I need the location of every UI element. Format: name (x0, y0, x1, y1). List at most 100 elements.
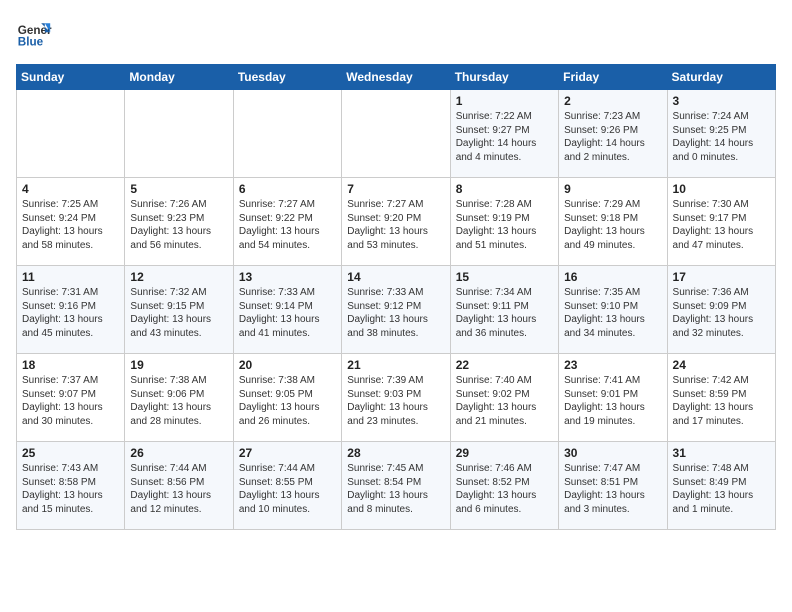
day-info: Sunrise: 7:27 AM Sunset: 9:20 PM Dayligh… (347, 198, 444, 252)
day-number: 6 (239, 182, 336, 196)
day-number: 29 (456, 446, 553, 460)
calendar-cell: 19 Sunrise: 7:38 AM Sunset: 9:06 PM Dayli… (125, 354, 233, 442)
logo-icon: General Blue (16, 16, 52, 52)
day-info: Sunrise: 7:41 AM Sunset: 9:01 PM Dayligh… (564, 374, 661, 428)
day-info: Sunrise: 7:33 AM Sunset: 9:12 PM Dayligh… (347, 286, 444, 340)
day-number: 30 (564, 446, 661, 460)
calendar-cell: 9 Sunrise: 7:29 AM Sunset: 9:18 PM Daylig… (559, 178, 667, 266)
calendar-cell (342, 90, 450, 178)
day-number: 22 (456, 358, 553, 372)
calendar-table: SundayMondayTuesdayWednesdayThursdayFrid… (16, 64, 776, 530)
day-info: Sunrise: 7:38 AM Sunset: 9:06 PM Dayligh… (130, 374, 227, 428)
day-number: 21 (347, 358, 444, 372)
day-number: 24 (673, 358, 770, 372)
day-info: Sunrise: 7:33 AM Sunset: 9:14 PM Dayligh… (239, 286, 336, 340)
day-number: 27 (239, 446, 336, 460)
day-info: Sunrise: 7:46 AM Sunset: 8:52 PM Dayligh… (456, 462, 553, 516)
calendar-cell: 12 Sunrise: 7:32 AM Sunset: 9:15 PM Dayli… (125, 266, 233, 354)
day-info: Sunrise: 7:43 AM Sunset: 8:58 PM Dayligh… (22, 462, 119, 516)
calendar-body: 1 Sunrise: 7:22 AM Sunset: 9:27 PM Daylig… (17, 90, 776, 530)
calendar-cell: 2 Sunrise: 7:23 AM Sunset: 9:26 PM Daylig… (559, 90, 667, 178)
day-number: 31 (673, 446, 770, 460)
calendar-cell: 22 Sunrise: 7:40 AM Sunset: 9:02 PM Dayli… (450, 354, 558, 442)
calendar-cell: 15Sunrise: 7:34 AM Sunset: 9:11 PM Dayli… (450, 266, 558, 354)
day-info: Sunrise: 7:47 AM Sunset: 8:51 PM Dayligh… (564, 462, 661, 516)
day-info: Sunrise: 7:29 AM Sunset: 9:18 PM Dayligh… (564, 198, 661, 252)
calendar-cell: 6 Sunrise: 7:27 AM Sunset: 9:22 PM Daylig… (233, 178, 341, 266)
day-number: 12 (130, 270, 227, 284)
weekday-header: Sunday (17, 65, 125, 90)
day-info: Sunrise: 7:36 AM Sunset: 9:09 PM Dayligh… (673, 286, 770, 340)
day-info: Sunrise: 7:48 AM Sunset: 8:49 PM Dayligh… (673, 462, 770, 516)
day-number: 9 (564, 182, 661, 196)
svg-text:Blue: Blue (18, 36, 44, 49)
calendar-cell: 10 Sunrise: 7:30 AM Sunset: 9:17 PM Dayli… (667, 178, 775, 266)
day-number: 5 (130, 182, 227, 196)
day-info: Sunrise: 7:31 AM Sunset: 9:16 PM Dayligh… (22, 286, 119, 340)
day-number: 18 (22, 358, 119, 372)
weekday-header: Monday (125, 65, 233, 90)
day-info: Sunrise: 7:26 AM Sunset: 9:23 PM Dayligh… (130, 198, 227, 252)
day-info: Sunrise: 7:22 AM Sunset: 9:27 PM Dayligh… (456, 110, 553, 164)
weekday-header: Wednesday (342, 65, 450, 90)
page-header: General Blue (16, 16, 776, 52)
day-info: Sunrise: 7:35 AM Sunset: 9:10 PM Dayligh… (564, 286, 661, 340)
day-number: 1 (456, 94, 553, 108)
day-info: Sunrise: 7:37 AM Sunset: 9:07 PM Dayligh… (22, 374, 119, 428)
day-number: 7 (347, 182, 444, 196)
calendar-cell: 31 Sunrise: 7:48 AM Sunset: 8:49 PM Dayli… (667, 442, 775, 530)
day-number: 15 (456, 270, 553, 284)
weekday-header: Friday (559, 65, 667, 90)
calendar-cell: 18 Sunrise: 7:37 AM Sunset: 9:07 PM Dayli… (17, 354, 125, 442)
day-number: 20 (239, 358, 336, 372)
calendar-cell: 3 Sunrise: 7:24 AM Sunset: 9:25 PM Daylig… (667, 90, 775, 178)
calendar-cell: 20Sunrise: 7:38 AM Sunset: 9:05 PM Dayli… (233, 354, 341, 442)
calendar-cell (125, 90, 233, 178)
day-info: Sunrise: 7:39 AM Sunset: 9:03 PM Dayligh… (347, 374, 444, 428)
calendar-cell: 21 Sunrise: 7:39 AM Sunset: 9:03 PM Dayli… (342, 354, 450, 442)
day-info: Sunrise: 7:45 AM Sunset: 8:54 PM Dayligh… (347, 462, 444, 516)
calendar-cell: 13 Sunrise: 7:33 AM Sunset: 9:14 PM Dayli… (233, 266, 341, 354)
calendar-cell: 8 Sunrise: 7:28 AM Sunset: 9:19 PM Daylig… (450, 178, 558, 266)
calendar-cell: 23Sunrise: 7:41 AM Sunset: 9:01 PM Dayli… (559, 354, 667, 442)
calendar-cell: 4Sunrise: 7:25 AM Sunset: 9:24 PM Daylig… (17, 178, 125, 266)
calendar-cell: 7 Sunrise: 7:27 AM Sunset: 9:20 PM Daylig… (342, 178, 450, 266)
day-info: Sunrise: 7:32 AM Sunset: 9:15 PM Dayligh… (130, 286, 227, 340)
day-number: 2 (564, 94, 661, 108)
day-number: 16 (564, 270, 661, 284)
day-info: Sunrise: 7:44 AM Sunset: 8:56 PM Dayligh… (130, 462, 227, 516)
calendar-cell: 28 Sunrise: 7:45 AM Sunset: 8:54 PM Dayli… (342, 442, 450, 530)
day-number: 19 (130, 358, 227, 372)
weekday-header: Tuesday (233, 65, 341, 90)
day-number: 13 (239, 270, 336, 284)
calendar-cell (233, 90, 341, 178)
day-number: 25 (22, 446, 119, 460)
day-number: 10 (673, 182, 770, 196)
day-number: 11 (22, 270, 119, 284)
day-info: Sunrise: 7:24 AM Sunset: 9:25 PM Dayligh… (673, 110, 770, 164)
calendar-cell: 29 Sunrise: 7:46 AM Sunset: 8:52 PM Dayli… (450, 442, 558, 530)
day-info: Sunrise: 7:30 AM Sunset: 9:17 PM Dayligh… (673, 198, 770, 252)
calendar-cell: 26Sunrise: 7:44 AM Sunset: 8:56 PM Dayli… (125, 442, 233, 530)
calendar-header: SundayMondayTuesdayWednesdayThursdayFrid… (17, 65, 776, 90)
calendar-cell (17, 90, 125, 178)
calendar-cell: 17 Sunrise: 7:36 AM Sunset: 9:09 PM Dayli… (667, 266, 775, 354)
calendar-cell: 24Sunrise: 7:42 AM Sunset: 8:59 PM Dayli… (667, 354, 775, 442)
day-info: Sunrise: 7:28 AM Sunset: 9:19 PM Dayligh… (456, 198, 553, 252)
calendar-cell: 16 Sunrise: 7:35 AM Sunset: 9:10 PM Dayli… (559, 266, 667, 354)
calendar-cell: 27Sunrise: 7:44 AM Sunset: 8:55 PM Dayli… (233, 442, 341, 530)
day-number: 8 (456, 182, 553, 196)
calendar-cell: 14 Sunrise: 7:33 AM Sunset: 9:12 PM Dayli… (342, 266, 450, 354)
calendar-cell: 5 Sunrise: 7:26 AM Sunset: 9:23 PM Daylig… (125, 178, 233, 266)
day-number: 14 (347, 270, 444, 284)
day-info: Sunrise: 7:40 AM Sunset: 9:02 PM Dayligh… (456, 374, 553, 428)
weekday-header: Saturday (667, 65, 775, 90)
day-number: 17 (673, 270, 770, 284)
calendar-cell: 1 Sunrise: 7:22 AM Sunset: 9:27 PM Daylig… (450, 90, 558, 178)
day-info: Sunrise: 7:25 AM Sunset: 9:24 PM Dayligh… (22, 198, 119, 252)
day-info: Sunrise: 7:23 AM Sunset: 9:26 PM Dayligh… (564, 110, 661, 164)
calendar-cell: 30 Sunrise: 7:47 AM Sunset: 8:51 PM Dayli… (559, 442, 667, 530)
day-number: 3 (673, 94, 770, 108)
day-info: Sunrise: 7:27 AM Sunset: 9:22 PM Dayligh… (239, 198, 336, 252)
day-number: 28 (347, 446, 444, 460)
